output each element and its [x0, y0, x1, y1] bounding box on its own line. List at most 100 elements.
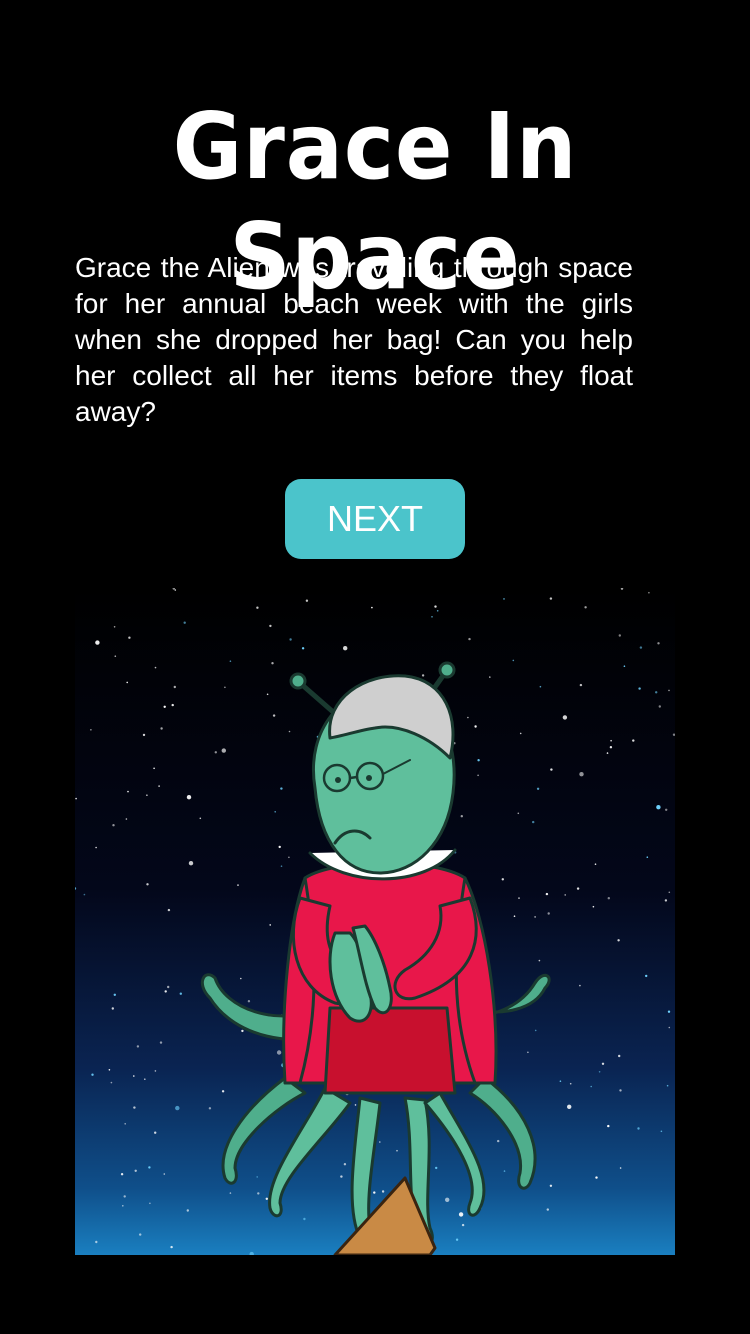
star — [646, 856, 649, 858]
star — [546, 1208, 549, 1211]
star — [133, 1075, 135, 1077]
star — [519, 732, 522, 735]
star — [122, 1205, 124, 1207]
star — [111, 1007, 114, 1010]
star — [513, 915, 516, 917]
star — [549, 1184, 553, 1187]
star — [123, 1195, 126, 1198]
star — [125, 818, 128, 820]
star — [467, 716, 469, 719]
star — [595, 1176, 598, 1179]
star — [656, 805, 661, 810]
star — [576, 887, 580, 890]
star — [108, 1069, 111, 1071]
star — [668, 891, 671, 894]
star — [154, 666, 157, 669]
star — [434, 605, 437, 608]
star — [503, 1170, 506, 1172]
star — [289, 638, 292, 641]
star — [95, 640, 100, 645]
star — [158, 785, 160, 787]
star — [381, 1190, 385, 1193]
star — [120, 1173, 124, 1176]
star — [278, 845, 281, 849]
star — [269, 924, 271, 926]
star — [288, 730, 291, 733]
star — [272, 714, 276, 717]
star — [173, 685, 176, 689]
star — [618, 1054, 621, 1058]
star — [221, 748, 226, 753]
star — [606, 752, 609, 754]
star — [163, 1173, 166, 1175]
star — [343, 646, 348, 651]
star — [276, 1050, 282, 1055]
star — [160, 727, 163, 730]
star — [579, 683, 583, 687]
star — [539, 685, 542, 688]
star — [265, 1197, 268, 1200]
star — [128, 636, 131, 639]
star — [179, 992, 182, 995]
star — [214, 751, 217, 754]
star — [247, 1000, 251, 1003]
star — [371, 606, 373, 609]
star — [503, 598, 505, 600]
star — [174, 589, 177, 591]
star — [280, 865, 283, 867]
star — [148, 1166, 151, 1169]
star — [134, 1169, 137, 1172]
star — [590, 1085, 592, 1088]
star — [229, 1192, 232, 1194]
star — [458, 1212, 464, 1217]
star — [594, 863, 597, 865]
star — [170, 1245, 173, 1249]
star — [632, 739, 635, 742]
star — [199, 817, 202, 820]
star — [477, 759, 480, 762]
star — [139, 1233, 142, 1236]
star — [648, 591, 650, 594]
star — [280, 787, 283, 790]
star — [562, 715, 568, 720]
star — [545, 892, 549, 896]
space-scene-svg — [75, 588, 675, 1255]
star — [660, 1130, 663, 1133]
star — [95, 1240, 98, 1244]
star — [257, 1192, 260, 1195]
star — [532, 820, 535, 824]
star — [396, 1149, 398, 1152]
star — [271, 662, 274, 665]
star — [497, 1139, 500, 1143]
star — [623, 665, 626, 667]
star — [579, 984, 581, 987]
star — [534, 1029, 537, 1032]
space-scene-illustration — [75, 588, 675, 1255]
star — [609, 746, 613, 749]
star — [90, 729, 92, 731]
star — [489, 676, 491, 678]
star — [421, 674, 425, 677]
star — [598, 1071, 601, 1073]
star — [536, 787, 540, 790]
star — [658, 705, 661, 708]
star — [343, 1163, 347, 1166]
star — [340, 1175, 343, 1178]
star — [619, 1167, 622, 1169]
star — [461, 1223, 465, 1227]
star — [477, 774, 479, 777]
star — [666, 1084, 669, 1087]
star — [592, 905, 595, 908]
star — [186, 795, 192, 800]
next-button[interactable]: NEXT — [285, 479, 465, 559]
star — [110, 1081, 113, 1084]
star — [305, 599, 309, 602]
star — [527, 1051, 529, 1054]
star — [153, 767, 155, 770]
star — [154, 1131, 157, 1134]
star — [146, 794, 148, 796]
star — [512, 659, 515, 662]
star — [240, 977, 242, 980]
star — [167, 908, 171, 912]
star — [256, 606, 259, 609]
